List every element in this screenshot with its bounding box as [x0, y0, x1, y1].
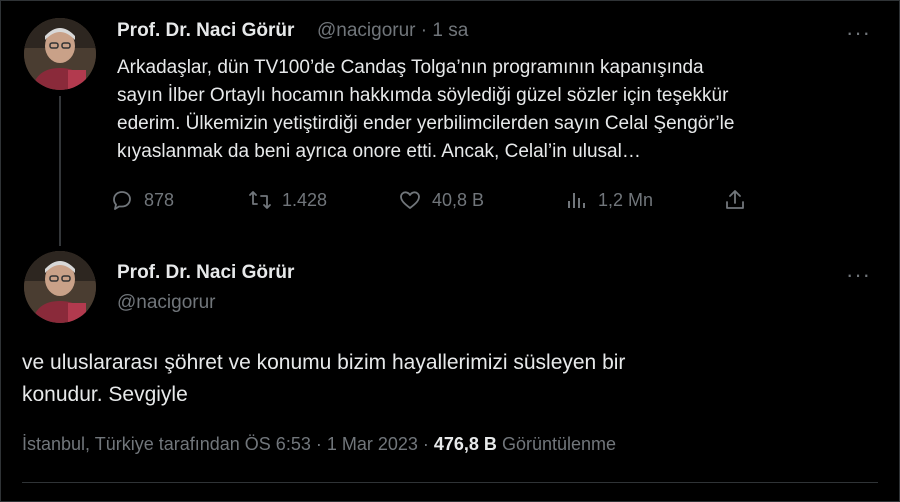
author-handle[interactable]: @nacigorur — [117, 292, 216, 314]
reply-count: 878 — [144, 189, 175, 210]
avatar[interactable] — [24, 251, 96, 323]
author-handle-time[interactable]: @nacigorur · 1 sa — [317, 20, 468, 42]
author-name[interactable]: Prof. Dr. Naci Görür — [117, 262, 294, 284]
retweet-button[interactable]: 1.428 — [248, 188, 327, 212]
heart-icon — [400, 191, 420, 209]
like-count: 40,8 B — [432, 189, 485, 210]
reply-button[interactable]: 878 — [110, 188, 174, 212]
tweet-meta: İstanbul, Türkiye tarafından ÖS 6:53 · 1… — [22, 434, 616, 455]
divider — [22, 482, 878, 483]
views-button[interactable]: 1,2 Mn — [564, 188, 653, 212]
tweet-text: ve uluslararası şöhret ve konumu bizim h… — [22, 351, 626, 406]
retweet-count: 1.428 — [282, 189, 328, 210]
author-name[interactable]: Prof. Dr. Naci Görür — [117, 20, 294, 42]
thread-connector-line — [59, 96, 61, 246]
like-button[interactable]: 40,8 B — [398, 188, 484, 212]
avatar[interactable] — [24, 18, 96, 90]
tweet-text: Arkadaşlar, dün TV100’de Candaş Tolga’nı… — [117, 57, 735, 162]
share-icon — [726, 190, 744, 209]
retweet-icon — [249, 191, 271, 209]
avatar-portrait-icon — [24, 18, 96, 90]
bar-chart-icon — [568, 193, 585, 208]
more-options-button[interactable]: ··· — [846, 264, 871, 286]
share-button[interactable] — [723, 188, 757, 212]
tweet-views-label: Görüntülenme — [496, 434, 617, 454]
avatar-portrait-icon — [24, 251, 96, 323]
reply-icon — [113, 191, 131, 210]
tweet-location-time[interactable]: İstanbul, Türkiye tarafından ÖS 6:53 · 1… — [22, 434, 434, 454]
more-options-button[interactable]: ··· — [846, 22, 871, 44]
tweet-views-count: 476,8 B — [433, 434, 497, 454]
views-count: 1,2 Mn — [598, 189, 654, 210]
